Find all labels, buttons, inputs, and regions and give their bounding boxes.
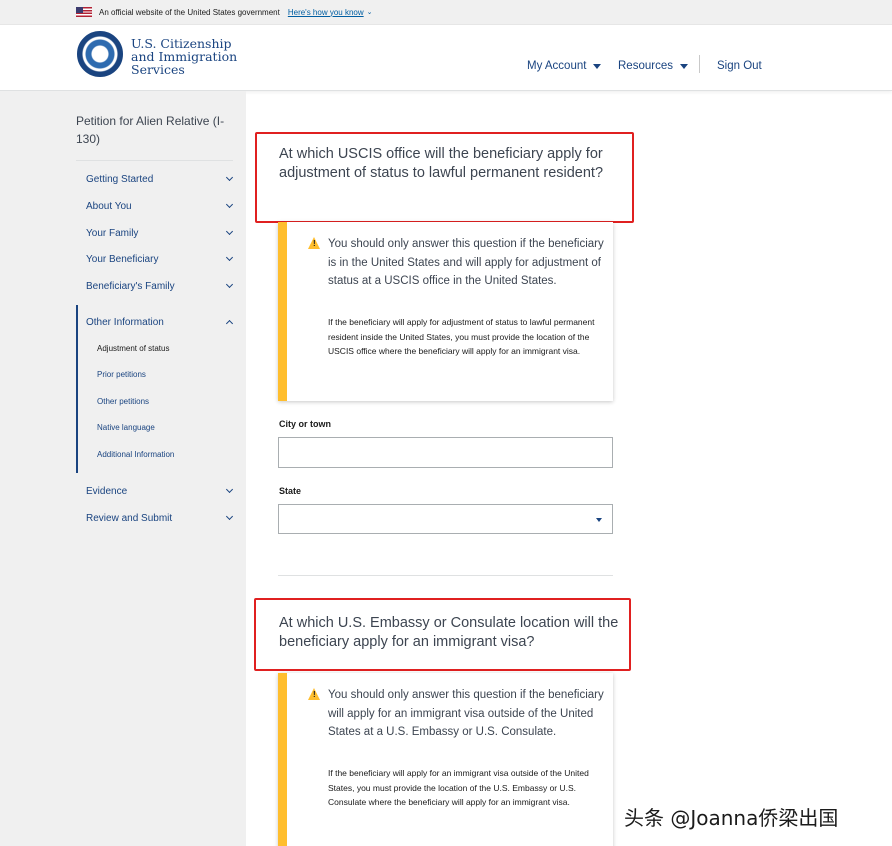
- form-title: Petition for Alien Relative (I-130): [76, 114, 225, 146]
- highlight-box: [255, 132, 634, 223]
- agency-name[interactable]: U.S. Citizenship and Immigration Service…: [131, 37, 237, 76]
- chevron-down-icon: [225, 200, 234, 209]
- city-input[interactable]: [278, 437, 613, 468]
- chevron-down-icon: [225, 227, 234, 236]
- chevron-down-icon: [225, 512, 234, 521]
- alert-main-text: You should only answer this question if …: [328, 238, 604, 288]
- resources-label: Resources: [618, 60, 673, 72]
- dhs-seal-icon[interactable]: [77, 31, 123, 77]
- warning-alert-1: ! You should only answer this question i…: [278, 222, 613, 401]
- my-account-label: My Account: [527, 60, 587, 72]
- resources-menu[interactable]: Resources: [618, 60, 688, 72]
- alert-main-text: You should only answer this question if …: [328, 689, 604, 739]
- divider: [76, 160, 233, 161]
- gov-banner-text: An official website of the United States…: [99, 7, 280, 17]
- sign-out-label: Sign Out: [717, 60, 762, 72]
- highlight-box: [254, 598, 631, 671]
- us-flag-icon: [76, 7, 92, 17]
- sidebar-subitem-prior-petitions[interactable]: Prior petitions: [97, 370, 146, 379]
- chevron-down-icon: [225, 280, 234, 289]
- sidebar-nav: Petition for Alien Relative (I-130) Gett…: [0, 91, 246, 846]
- state-select[interactable]: [278, 504, 613, 534]
- chevron-down-icon[interactable]: ⌄: [367, 8, 373, 16]
- caret-down-icon: [596, 518, 602, 522]
- alert-detail-text: If the beneficiary will apply for adjust…: [328, 317, 595, 357]
- nav-divider: [699, 55, 700, 73]
- watermark: 头条 @Joanna侨梁出国: [624, 806, 839, 830]
- sign-out-link[interactable]: Sign Out: [717, 60, 762, 72]
- warning-alert-2: ! You should only answer this question i…: [278, 673, 613, 846]
- section-divider: [278, 575, 613, 576]
- sidebar-subitem-native-language[interactable]: Native language: [97, 423, 155, 432]
- state-label: State: [279, 486, 302, 496]
- sidebar-subitem-additional-information[interactable]: Additional Information: [97, 450, 174, 459]
- caret-down-icon: [679, 63, 688, 69]
- alert-detail-text: If the beneficiary will apply for an imm…: [328, 768, 589, 808]
- heres-how-you-know-link[interactable]: Here's how you know: [288, 8, 364, 17]
- city-label: City or town: [279, 419, 331, 429]
- active-section-indicator: [76, 305, 78, 473]
- chevron-up-icon: [225, 319, 234, 328]
- chevron-down-icon: [225, 173, 234, 182]
- sidebar-subitem-other-petitions[interactable]: Other petitions: [97, 397, 149, 406]
- chevron-down-icon: [225, 485, 234, 494]
- my-account-menu[interactable]: My Account: [527, 60, 602, 72]
- caret-down-icon: [593, 63, 602, 69]
- site-header: U.S. Citizenship and Immigration Service…: [0, 25, 892, 91]
- sidebar-subitem-adjustment-of-status[interactable]: Adjustment of status: [97, 344, 169, 353]
- gov-banner: An official website of the United States…: [0, 0, 892, 25]
- chevron-down-icon: [225, 253, 234, 262]
